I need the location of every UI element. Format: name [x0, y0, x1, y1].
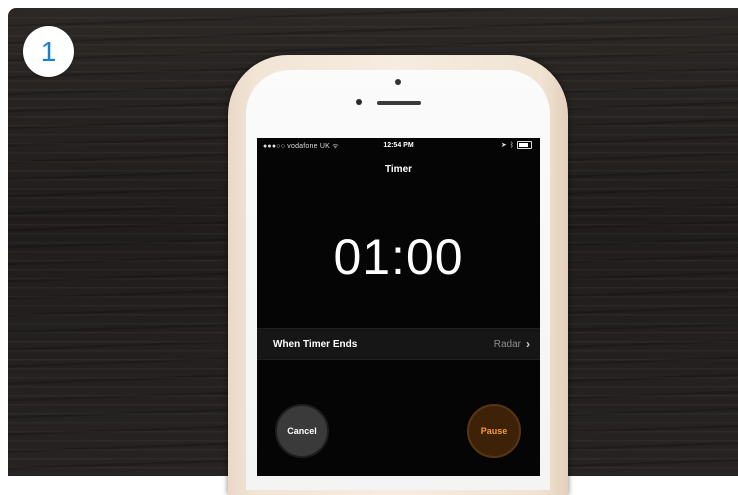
location-icon: ➤ — [500, 142, 507, 149]
timer-countdown: 01:00 — [333, 229, 464, 285]
cancel-button[interactable]: Cancel — [275, 404, 329, 458]
earpiece-speaker — [377, 101, 421, 105]
bluetooth-icon: ᛒ — [509, 141, 514, 149]
when-timer-ends-label: When Timer Ends — [273, 338, 358, 350]
step-number-badge: 1 — [23, 26, 74, 77]
when-timer-ends-row[interactable]: When Timer Ends Radar › — [257, 328, 540, 360]
proximity-sensor-icon — [356, 99, 362, 105]
front-camera-icon — [395, 79, 401, 85]
phone-screen: ●●●○○ vodafone UK ᯤ 12:54 PM ➤ ᛒ Timer 0… — [257, 138, 540, 476]
battery-icon — [517, 141, 532, 149]
chevron-right-icon: › — [526, 337, 530, 351]
status-time: 12:54 PM — [383, 142, 414, 149]
page-title: Timer — [384, 164, 413, 175]
status-bar: ●●●○○ vodafone UK ᯤ 12:54 PM ➤ ᛒ — [257, 141, 540, 153]
sound-name: Radar — [493, 338, 521, 350]
when-timer-ends-value: Radar › — [494, 338, 530, 350]
status-indicators: ➤ ᛒ — [501, 141, 532, 149]
pause-button[interactable]: Pause — [467, 404, 521, 458]
